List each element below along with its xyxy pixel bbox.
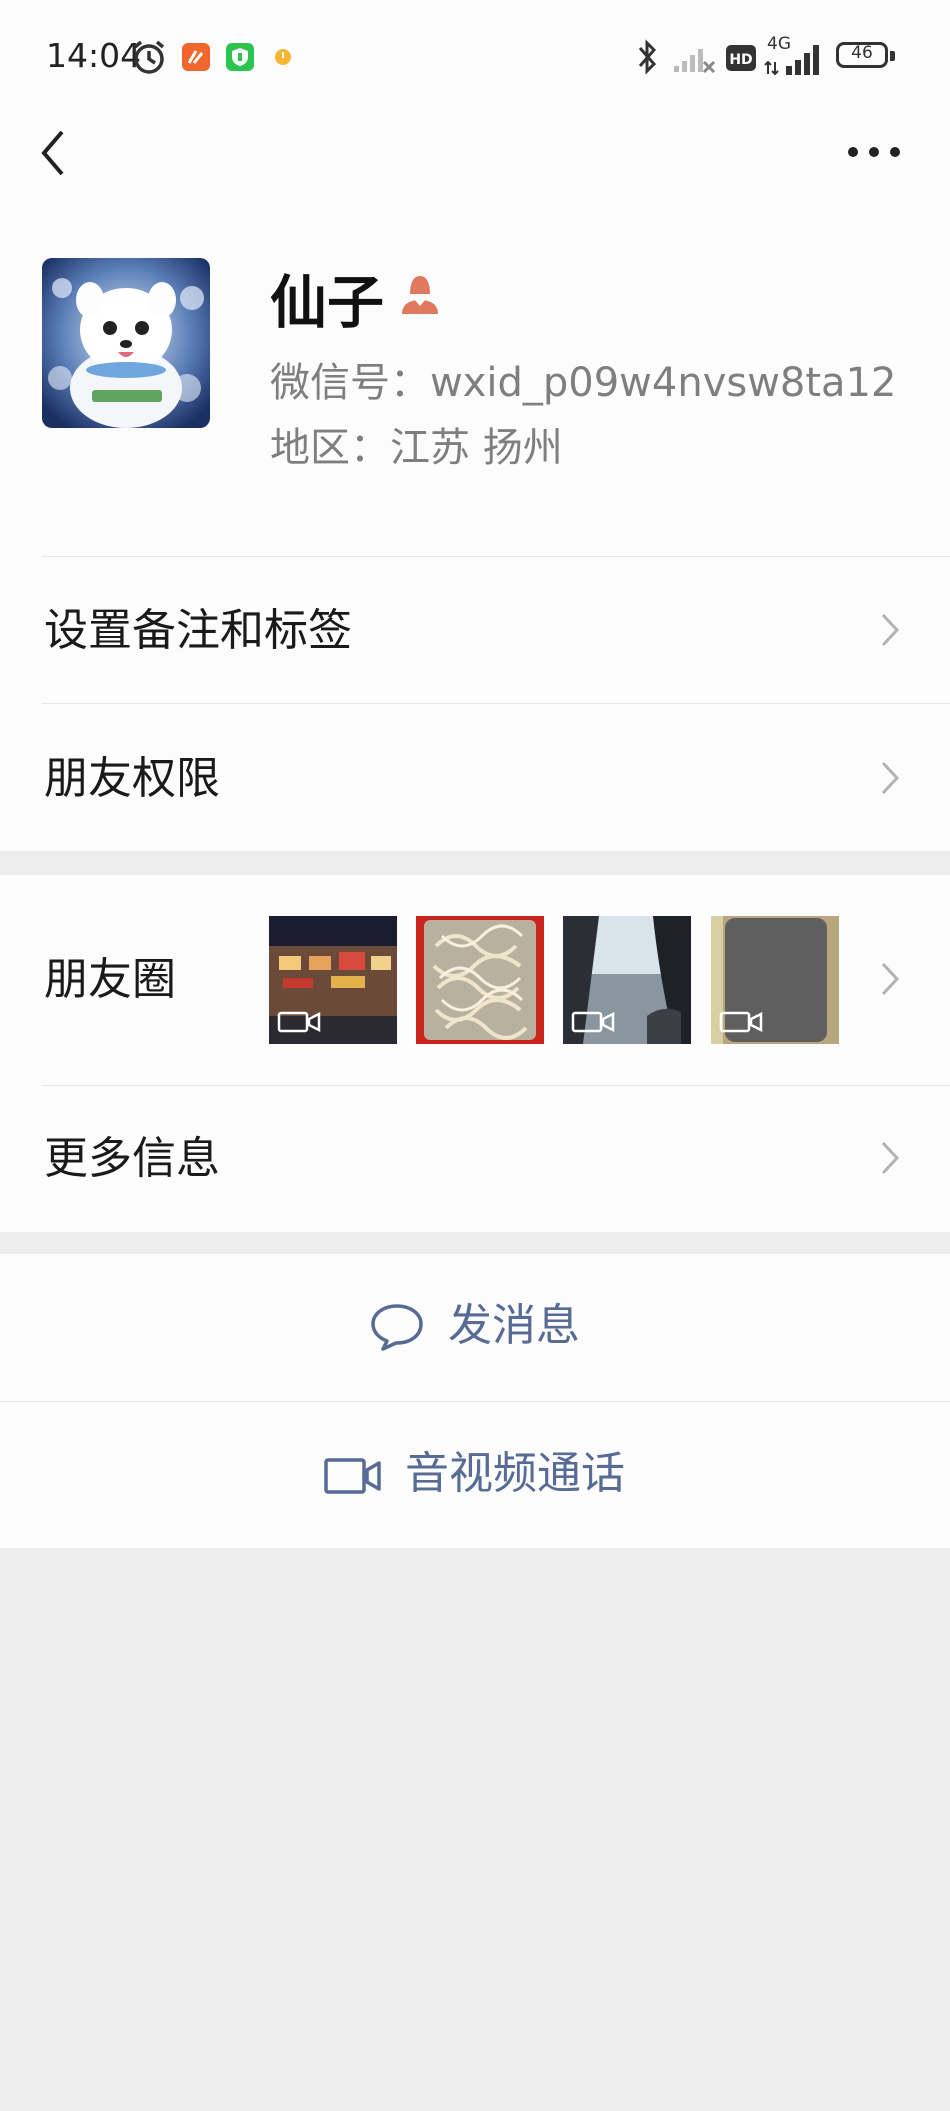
send-message-label: 发消息 [448,1300,580,1351]
avatar[interactable] [42,258,210,428]
hd-icon: HD [726,45,756,71]
video-call-button[interactable]: 音视频通话 [0,1402,950,1548]
chat-bubble-icon [371,1304,423,1351]
app-orange-icon [182,43,210,71]
wechat-id: 微信号：wxid_p09w4nvsw8ta12 [270,360,897,406]
video-camera-icon [277,1011,321,1033]
video-camera-icon [719,1011,763,1033]
chevron-right-icon [881,1141,900,1175]
battery-level: 46 [851,43,873,63]
more-dots-icon[interactable] [846,140,902,164]
signal-sim2-icon [674,49,716,74]
send-message-button[interactable]: 发消息 [0,1254,950,1401]
bluetooth-icon [638,39,657,75]
chevron-right-icon [881,613,900,647]
remark-tags-label: 设置备注和标签 [44,605,352,656]
chevron-right-icon [881,962,900,996]
region: 地区：江苏 扬州 [270,425,563,471]
friend-permissions-row[interactable]: 朋友权限 [0,704,950,851]
hd-text: HD [729,52,752,68]
notification-dot-icon [275,49,291,65]
chevron-left-icon[interactable] [36,126,72,180]
app-green-shield-icon [226,43,254,71]
more-info-label: 更多信息 [44,1133,220,1184]
moments-thumb-gray-box[interactable] [711,916,839,1044]
chevron-right-icon [881,761,900,795]
moments-thumb-car-window[interactable] [563,916,691,1044]
section-gap [0,1232,950,1254]
friend-permissions-label: 朋友权限 [44,753,220,804]
video-call-label: 音视频通话 [405,1448,625,1499]
signal-4g-icon: 4G [764,34,828,76]
video-camera-icon [571,1011,615,1033]
more-info-row[interactable]: 更多信息 [0,1086,950,1232]
battery-icon: 46 [836,42,896,72]
moments-thumb-noodles[interactable] [416,916,544,1044]
status-time: 14:04 [46,36,142,75]
remark-tags-row[interactable]: 设置备注和标签 [0,557,950,703]
alarm-icon [133,40,165,74]
contact-name: 仙子 [270,270,384,336]
moments-thumb-night-street[interactable] [269,916,397,1044]
status-bar: 14:04 HD 4G 46 [0,0,950,116]
section-gap [0,851,950,875]
video-camera-icon [324,1458,381,1494]
moments-label: 朋友圈 [44,954,176,1005]
female-person-icon [402,276,438,314]
